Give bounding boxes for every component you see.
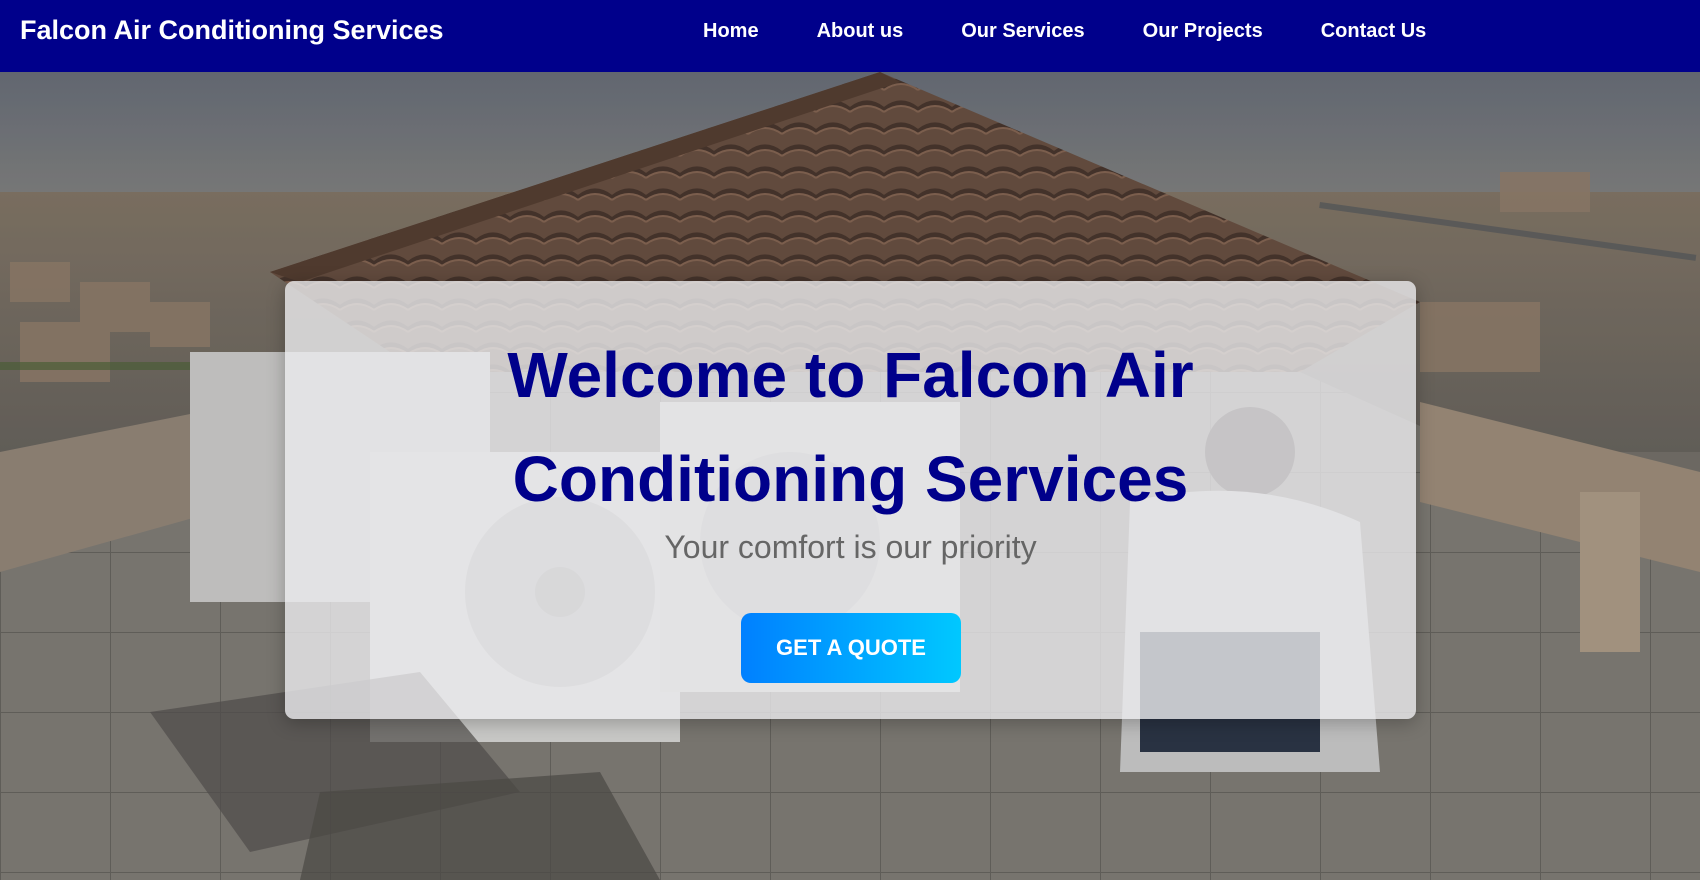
hero-card: Welcome to Falcon Air Conditioning Servi…	[285, 281, 1416, 719]
nav-contact-us[interactable]: Contact Us	[1321, 20, 1427, 43]
get-a-quote-button[interactable]: GET A QUOTE	[741, 613, 961, 683]
nav-our-services[interactable]: Our Services	[961, 20, 1084, 43]
top-navbar: Falcon Air Conditioning Services Home Ab…	[0, 0, 1700, 72]
hero-title: Welcome to Falcon Air Conditioning Servi…	[507, 339, 1194, 515]
main-nav: Home About us Our Services Our Projects …	[703, 20, 1426, 43]
hero-section: Welcome to Falcon Air Conditioning Servi…	[0, 72, 1700, 880]
site-brand[interactable]: Falcon Air Conditioning Services	[20, 15, 444, 46]
nav-our-projects[interactable]: Our Projects	[1143, 20, 1263, 43]
nav-about-us[interactable]: About us	[817, 20, 904, 43]
nav-home[interactable]: Home	[703, 20, 759, 43]
hero-subtitle: Your comfort is our priority	[664, 529, 1037, 565]
